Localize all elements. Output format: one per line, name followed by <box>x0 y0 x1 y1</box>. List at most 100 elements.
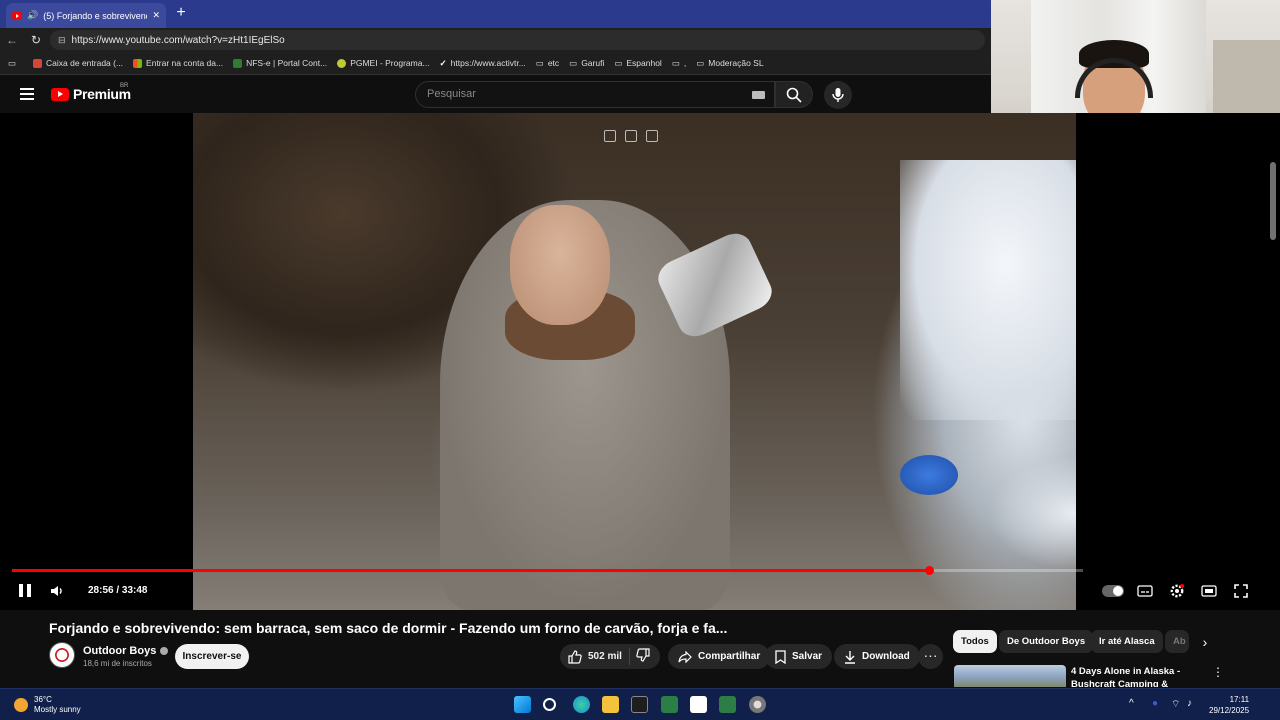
bookmarks-menu-icon[interactable]: ▭ <box>0 58 28 69</box>
theater-mode-button[interactable] <box>1199 582 1219 600</box>
bookmark-folder-comma[interactable]: ▭, <box>667 58 691 69</box>
weather-condition: Mostly sunny <box>34 705 81 714</box>
wifi-icon[interactable]: ⌔ <box>1171 698 1180 711</box>
clip-icon[interactable] <box>604 130 616 142</box>
back-arrow-icon[interactable]: ← <box>0 33 24 47</box>
chrome-icon[interactable] <box>749 696 766 713</box>
bookmark-0[interactable]: Caixa de entrada (... <box>28 58 128 68</box>
search-input[interactable]: Pesquisar <box>415 81 775 108</box>
speaker-tray-icon[interactable]: ♪ <box>1187 698 1192 709</box>
recommendation-menu-icon[interactable]: ⋮ <box>1212 665 1224 679</box>
new-tab-button[interactable]: + <box>172 4 190 22</box>
folder-icon: ▭ <box>535 57 544 68</box>
channel-name[interactable]: Outdoor Boys <box>83 645 156 657</box>
subscriber-count: 18,6 mi de inscritos <box>83 659 152 668</box>
download-button[interactable]: Download <box>834 644 920 669</box>
edge-icon[interactable] <box>573 696 590 713</box>
recommendation-title[interactable]: 4 Days Alone in Alaska - Bushcraft Campi… <box>1071 665 1206 687</box>
like-divider <box>629 648 630 665</box>
tradingview-icon[interactable] <box>631 696 648 713</box>
reload-icon[interactable]: ↻ <box>24 33 48 47</box>
recommendation-thumbnail[interactable] <box>954 665 1066 687</box>
app-icon-2[interactable] <box>719 696 736 713</box>
search-button[interactable] <box>775 81 813 108</box>
pause-button[interactable] <box>19 584 31 597</box>
dislike-button[interactable] <box>636 648 652 664</box>
channel-avatar[interactable] <box>49 642 75 668</box>
youtube-favicon-icon <box>12 12 22 19</box>
checkmark-icon: ✓ <box>439 57 447 68</box>
save-label: Salvar <box>792 651 823 662</box>
app-icon-1[interactable] <box>661 696 678 713</box>
autoplay-toggle[interactable] <box>1102 585 1124 597</box>
search-taskbar-icon[interactable] <box>543 698 556 711</box>
site-info-icon[interactable]: ⊟ <box>58 35 66 46</box>
chip-partial[interactable]: Ab <box>1165 630 1189 653</box>
bookmark-folder-etc[interactable]: ▭ etc <box>531 58 564 69</box>
page-scrollbar[interactable] <box>1270 162 1276 240</box>
share-icon <box>678 650 692 663</box>
checkbox-app-icon[interactable] <box>690 696 707 713</box>
video-face <box>510 205 610 325</box>
close-tab-icon[interactable]: ✕ <box>152 10 160 21</box>
folder-icon: ▭ <box>671 57 680 68</box>
video-snow <box>900 160 1076 420</box>
channel-name-row[interactable]: Outdoor Boys <box>83 645 169 657</box>
share-button[interactable]: Compartilhar <box>668 644 771 669</box>
volume-button[interactable] <box>50 583 66 599</box>
more-actions-button[interactable]: ··· <box>918 644 943 669</box>
bookmark-3[interactable]: PGMEI - Programa... <box>332 58 434 68</box>
bookmark-folder-moderacao[interactable]: ▭ Moderação SL <box>691 58 768 69</box>
weather-widget[interactable]: 36°C Mostly sunny <box>14 695 81 715</box>
file-explorer-icon[interactable] <box>602 696 619 713</box>
time-display: 28:56 / 33:48 <box>88 585 148 596</box>
temperature: 36°C <box>34 695 52 704</box>
keyboard-icon[interactable] <box>752 91 765 99</box>
fullscreen-button[interactable] <box>1231 582 1251 600</box>
voice-search-button[interactable] <box>824 81 852 109</box>
progress-scrubber[interactable] <box>925 566 934 575</box>
sun-icon <box>14 698 28 712</box>
volume-icon <box>51 586 62 596</box>
bookmark-2[interactable]: NFS-e | Portal Cont... <box>228 58 332 68</box>
video-frame[interactable] <box>193 113 1076 610</box>
chip-from-channel[interactable]: De Outdoor Boys <box>999 630 1094 653</box>
tray-app-icon[interactable]: ● <box>1152 698 1158 709</box>
download-icon <box>845 650 855 664</box>
folder-icon: ▭ <box>696 57 705 68</box>
nfse-icon <box>233 58 243 68</box>
video-title: Forjando e sobrevivendo: sem barraca, se… <box>49 620 728 636</box>
address-bar-row: ← ↻ ⊟ https://www.youtube.com/watch?v=zH… <box>0 28 991 52</box>
chevron-up-icon[interactable]: ^ <box>1129 698 1134 709</box>
hamburger-menu-icon[interactable] <box>20 88 34 103</box>
bookmark-folder-garufi[interactable]: ▭ Garufi <box>564 58 609 69</box>
bookmark-icon <box>775 649 786 664</box>
edit-icon[interactable] <box>646 130 658 142</box>
subtitles-icon <box>1137 585 1153 597</box>
subtitles-button[interactable] <box>1135 582 1155 600</box>
bookmark-4[interactable]: ✓ https://www.activtr... <box>435 58 531 69</box>
tab-title: (5) Forjando e sobrevivendo: <box>43 10 148 21</box>
subscribe-button[interactable]: Inscrever-se <box>175 644 249 669</box>
bookmarks-bar: ▭ Caixa de entrada (... Entrar na conta … <box>0 52 991 75</box>
speaker-icon[interactable]: 🔊 <box>27 10 38 21</box>
youtube-logo[interactable]: Premium <box>51 86 131 102</box>
share-label: Compartilhar <box>698 651 761 662</box>
windows-start-icon[interactable] <box>514 696 531 713</box>
bookmark-folder-espanhol[interactable]: ▭ Espanhol <box>609 58 666 69</box>
video-bowl <box>900 455 958 495</box>
browser-tab-youtube[interactable]: 🔊 (5) Forjando e sobrevivendo: ✕ <box>6 3 166 28</box>
miniplayer-icon[interactable] <box>625 130 637 142</box>
chip-alaska[interactable]: Ir até Alasca <box>1091 630 1163 653</box>
system-clock[interactable]: 17:11 29/12/2025 <box>1209 694 1249 716</box>
verified-badge-icon <box>160 647 169 655</box>
chevron-right-icon[interactable]: › <box>1196 633 1214 651</box>
settings-button[interactable] <box>1167 582 1187 600</box>
chip-todos[interactable]: Todos <box>953 630 997 653</box>
bookmark-1[interactable]: Entrar na conta da... <box>128 58 228 68</box>
save-button[interactable]: Salvar <box>765 644 833 669</box>
url-field[interactable]: ⊟ https://www.youtube.com/watch?v=zHt1IE… <box>50 30 985 50</box>
thumbs-down-icon <box>636 648 650 662</box>
region-label: BR <box>120 83 129 89</box>
like-button[interactable]: 502 mil <box>568 644 622 669</box>
